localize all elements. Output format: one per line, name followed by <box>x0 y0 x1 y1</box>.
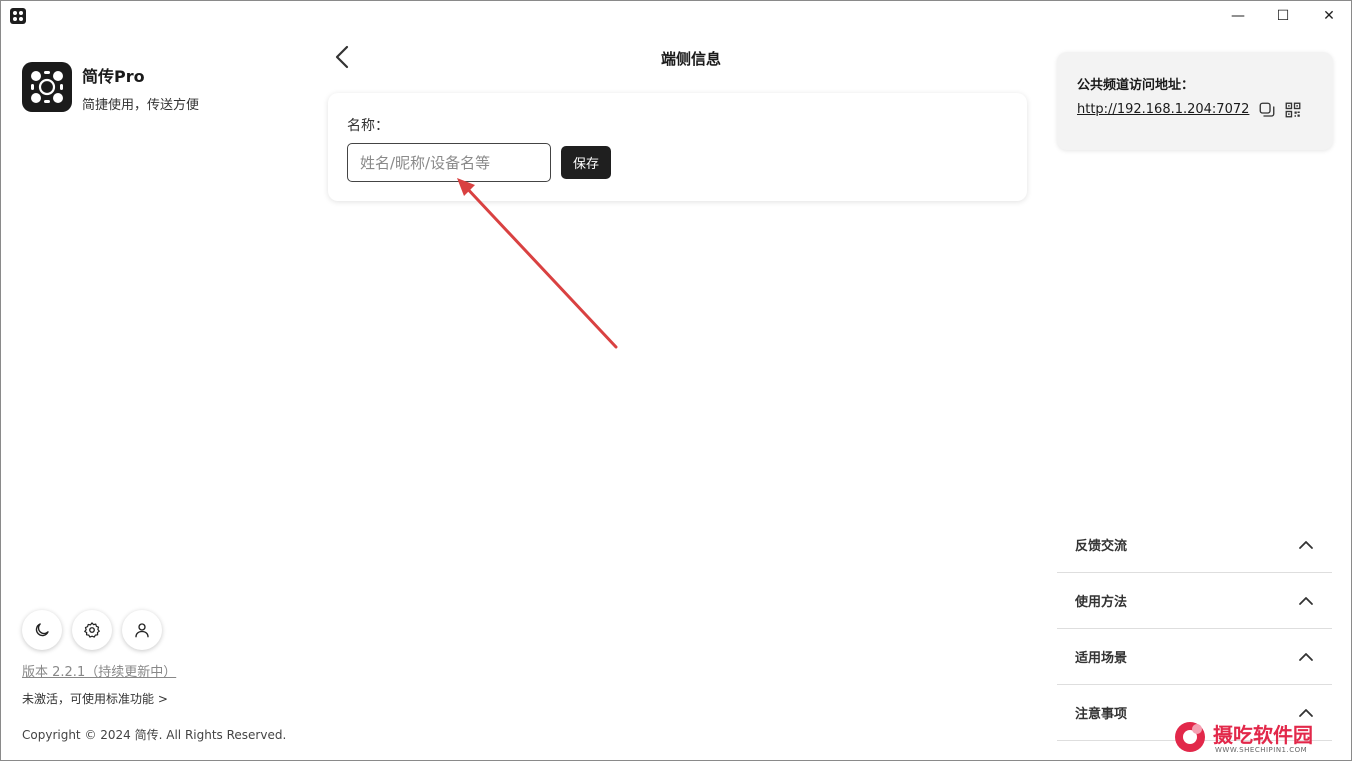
accordion-label: 注意事项 <box>1075 707 1128 722</box>
watermark-subtext: WWW.SHECHIPIN1.COM <box>1215 746 1308 754</box>
name-input[interactable] <box>347 143 551 182</box>
accordion-item-feedback[interactable]: 反馈交流 <box>1057 517 1332 573</box>
back-button[interactable] <box>331 43 355 71</box>
watermark-text: 摄吃软件园 <box>1213 723 1313 747</box>
chevron-up-icon <box>1299 597 1313 605</box>
copyright-text: Copyright © 2024 简传. All Rights Reserved… <box>22 728 287 742</box>
public-channel-title: 公共频道访问地址： <box>1077 78 1195 93</box>
qr-code-icon[interactable] <box>1284 101 1302 119</box>
chevron-up-icon <box>1299 541 1313 549</box>
chevron-left-icon <box>335 45 349 69</box>
account-button[interactable] <box>122 610 162 650</box>
chevron-up-icon <box>1299 653 1313 661</box>
watermark-logo-icon <box>1175 722 1205 752</box>
user-icon <box>135 623 149 638</box>
maximize-button[interactable]: ☐ <box>1260 1 1306 31</box>
title-bar: — ☐ ✕ <box>1 1 1351 31</box>
accordion-label: 适用场景 <box>1075 651 1128 666</box>
app-slogan: 简捷使用，传送方便 <box>82 98 200 113</box>
app-name: 简传Pro <box>82 67 145 86</box>
public-channel-url[interactable]: http://192.168.1.204:7072 <box>1077 102 1249 117</box>
minimize-button[interactable]: — <box>1215 1 1261 31</box>
accordion-item-usage[interactable]: 使用方法 <box>1057 573 1332 629</box>
help-accordion: 反馈交流 使用方法 适用场景 注意事项 <box>1057 517 1332 741</box>
settings-button[interactable] <box>72 610 112 650</box>
close-button[interactable]: ✕ <box>1306 1 1352 31</box>
save-button[interactable]: 保存 <box>561 146 611 179</box>
page-title: 端侧信息 <box>660 50 721 68</box>
watermark: 摄吃软件园 WWW.SHECHIPIN1.COM <box>1171 717 1341 757</box>
theme-toggle-button[interactable] <box>22 610 62 650</box>
moon-icon <box>35 623 49 637</box>
public-channel-card: 公共频道访问地址： http://192.168.1.204:7072 <box>1057 52 1333 150</box>
gear-icon <box>84 622 100 638</box>
app-icon <box>10 8 26 24</box>
version-link[interactable]: 版本 2.2.1（持续更新中） <box>22 661 176 680</box>
name-label: 名称： <box>347 118 389 134</box>
device-info-card: 名称： 保存 <box>328 93 1027 201</box>
activation-link[interactable]: 未激活，可使用标准功能 > <box>22 690 168 707</box>
app-logo <box>22 62 72 112</box>
accordion-item-scenarios[interactable]: 适用场景 <box>1057 629 1332 685</box>
accordion-label: 使用方法 <box>1075 595 1128 610</box>
copy-icon[interactable] <box>1258 101 1276 119</box>
accordion-label: 反馈交流 <box>1075 539 1128 554</box>
